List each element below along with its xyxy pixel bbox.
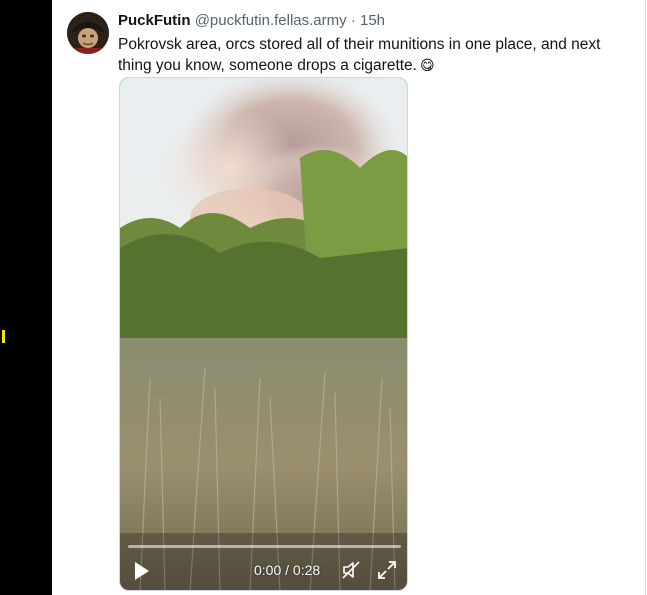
muted-speaker-icon[interactable] bbox=[341, 560, 361, 580]
display-name[interactable]: PuckFutin bbox=[118, 12, 191, 29]
separator-dot: · bbox=[350, 12, 356, 29]
post-body: Pokrovsk area, orcs stored all of their … bbox=[118, 36, 601, 74]
post-timestamp[interactable]: 15h bbox=[360, 12, 385, 29]
scroll-marker bbox=[2, 330, 5, 343]
video-progress-bar[interactable] bbox=[128, 545, 401, 548]
avatar[interactable] bbox=[67, 12, 109, 54]
left-sidebar-strip bbox=[0, 0, 52, 595]
emoji-icon: 😋 bbox=[420, 57, 435, 73]
post-text: Pokrovsk area, orcs stored all of their … bbox=[118, 34, 628, 76]
video-player[interactable]: 0:00 / 0:28 bbox=[119, 77, 408, 591]
avatar-image bbox=[67, 12, 109, 54]
user-handle[interactable]: @puckfutin.fellas.army bbox=[195, 12, 347, 29]
post-header: PuckFutin @puckfutin.fellas.army · 15h bbox=[118, 11, 385, 31]
play-icon[interactable] bbox=[133, 561, 151, 581]
fullscreen-icon[interactable] bbox=[377, 560, 397, 580]
column-divider bbox=[645, 0, 646, 595]
video-frame bbox=[120, 78, 407, 590]
video-time: 0:00 / 0:28 bbox=[254, 562, 321, 578]
video-controls: 0:00 / 0:28 bbox=[120, 556, 407, 590]
